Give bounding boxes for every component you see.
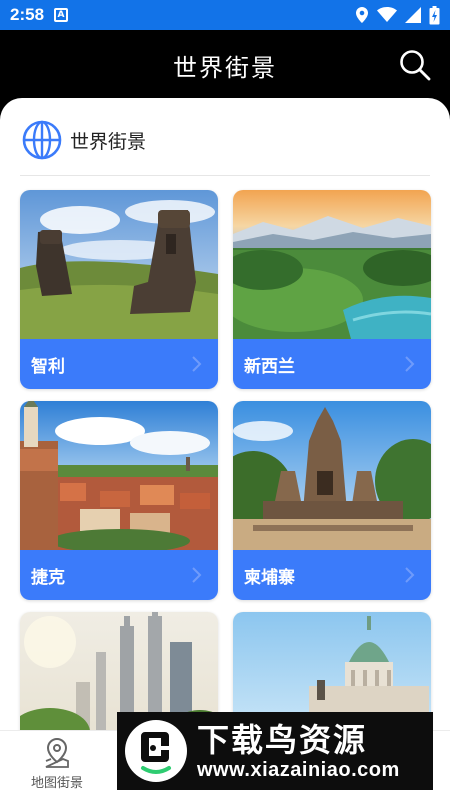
card-photo: [20, 401, 218, 550]
country-card-czech[interactable]: 捷克: [20, 401, 218, 600]
status-bar: 2:58 A: [0, 0, 450, 30]
card-title: 新西兰: [244, 356, 295, 377]
status-time: 2:58: [10, 5, 45, 24]
app-bar: 世界街景: [0, 30, 450, 100]
nav-item-map-streetview[interactable]: 地图街景: [18, 737, 96, 791]
divider: [20, 175, 430, 176]
globe-icon: [22, 120, 62, 160]
card-title: 捷克: [31, 567, 65, 588]
card-title: 智利: [31, 356, 65, 377]
country-card-chile[interactable]: 智利: [20, 190, 218, 389]
signal-icon: [405, 7, 421, 23]
nav-item-label: 地图街景: [30, 776, 83, 791]
search-button[interactable]: [398, 48, 432, 82]
watermark-title: 下载鸟资源: [197, 720, 368, 759]
location-icon: [356, 7, 368, 23]
country-card-cambodia[interactable]: 柬埔寨: [233, 401, 431, 600]
chevron-right-icon: [405, 356, 415, 372]
country-card-new-zealand[interactable]: 新西兰: [233, 190, 431, 389]
watermark-banner: 下载鸟资源 www.xiazainiao.com: [117, 712, 433, 790]
page-title: 世界街景: [173, 53, 277, 82]
card-bar: 新西兰: [233, 339, 431, 389]
card-bar: 柬埔寨: [233, 550, 431, 600]
section-header: 世界街景: [22, 120, 146, 160]
watermark-texts: 下载鸟资源 www.xiazainiao.com: [197, 721, 400, 782]
content-panel: 世界街景 智利 新西兰 捷克 柬埔寨: [0, 98, 450, 730]
search-icon: [400, 50, 431, 81]
chevron-right-icon: [405, 567, 415, 583]
card-photo: [233, 190, 431, 339]
notification-icon: A: [54, 8, 69, 22]
chevron-right-icon: [192, 567, 202, 583]
card-title: 柬埔寨: [244, 567, 295, 588]
watermark-url: www.xiazainiao.com: [197, 758, 400, 781]
card-bar: 智利: [20, 339, 218, 389]
card-bar: 捷克: [20, 550, 218, 600]
bird-logo-icon: [125, 720, 187, 782]
section-title: 世界街景: [70, 130, 147, 153]
wifi-icon: [377, 7, 397, 22]
map-pin-icon: [45, 737, 69, 768]
card-photo: [20, 190, 218, 339]
status-icons: [355, 5, 440, 25]
battery-icon: [429, 5, 440, 24]
chevron-right-icon: [192, 356, 202, 372]
card-photo: [233, 401, 431, 550]
